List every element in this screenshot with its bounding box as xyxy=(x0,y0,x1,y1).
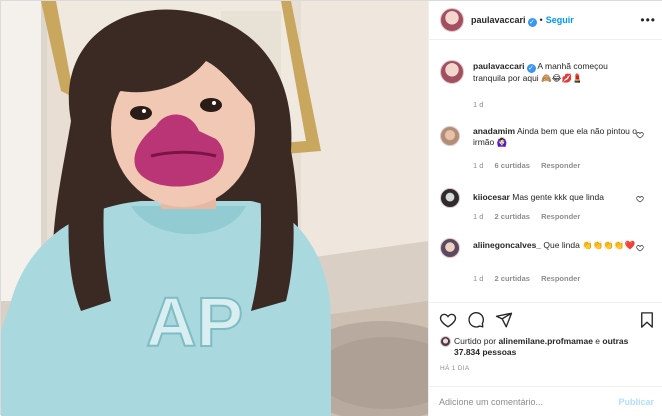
comment-likes[interactable]: 2 curtidas xyxy=(495,274,530,283)
comment-item: kiiocesar Mas gente kkk que linda 1 d 2 … xyxy=(440,188,658,228)
comments-list: paulavaccari ✓ A manhã começou tranquila … xyxy=(429,41,662,299)
comment-likes[interactable]: 6 curtidas xyxy=(495,161,530,170)
avatar[interactable] xyxy=(440,336,451,347)
likes-prefix: Curtido por xyxy=(454,336,497,346)
likes-text: Curtido por alinemilane.profmamae e outr… xyxy=(454,336,654,358)
caption-username[interactable]: paulavaccari xyxy=(473,61,525,71)
caption-text-block: paulavaccari ✓ A manhã começou tranquila … xyxy=(473,61,638,84)
comment-likes[interactable]: 2 curtidas xyxy=(495,212,530,221)
verified-badge-icon: ✓ xyxy=(526,64,536,73)
comment-username[interactable]: aliinegoncalves_ xyxy=(473,240,541,250)
caption: paulavaccari ✓ A manhã começou tranquila … xyxy=(440,60,658,120)
post-side-panel: paulavaccari ✓ • Seguir ••• paulavaccari ✓ A… xyxy=(428,1,662,416)
avatar[interactable] xyxy=(440,238,460,258)
instagram-post: AP paulavaccari ✓ • Seguir ••• paulavacc… xyxy=(0,0,662,416)
comment-text: Que linda 👏👏👏👏❤️ xyxy=(543,240,636,250)
avatar[interactable] xyxy=(440,126,460,146)
comment-time[interactable]: 1 d xyxy=(473,212,483,221)
liked-by-username[interactable]: alinemilane.profmamae xyxy=(498,336,592,346)
comment-username[interactable]: kiiocesar xyxy=(473,192,510,202)
comment-item: aliinegoncalves_ Que linda 👏👏👏👏❤️ 1 d 2 … xyxy=(440,238,658,288)
comment-text-block: anadamim Ainda bem que ela não pintou o … xyxy=(473,126,638,148)
comment-username[interactable]: anadamim xyxy=(473,126,515,136)
comment-meta: 1 d 6 curtidas Responder xyxy=(473,161,589,170)
heart-icon[interactable] xyxy=(636,195,644,203)
comment-input[interactable] xyxy=(439,395,609,409)
heart-icon[interactable] xyxy=(439,311,457,329)
avatar[interactable] xyxy=(440,188,460,208)
avatar[interactable] xyxy=(440,8,464,32)
publish-button[interactable]: Publicar xyxy=(618,397,654,407)
comment-text-block: kiiocesar Mas gente kkk que linda xyxy=(473,192,638,203)
header-username[interactable]: paulavaccari xyxy=(471,15,526,25)
avatar[interactable] xyxy=(440,60,464,84)
bookmark-icon[interactable] xyxy=(638,311,656,329)
heart-icon[interactable] xyxy=(636,244,644,252)
post-header: paulavaccari ✓ • Seguir ••• xyxy=(429,1,662,40)
header-user-line: paulavaccari ✓ • Seguir xyxy=(471,15,574,27)
likes-connector: e xyxy=(595,336,601,346)
comment-icon[interactable] xyxy=(467,311,485,329)
comment-time[interactable]: 1 d xyxy=(473,161,483,170)
reply-button[interactable]: Responder xyxy=(541,212,580,221)
post-timestamp[interactable]: HÁ 1 DIA xyxy=(440,365,470,372)
share-icon[interactable] xyxy=(495,311,513,329)
caption-meta: 1 d xyxy=(473,100,492,109)
comment-meta: 1 d 2 curtidas Responder xyxy=(473,274,589,283)
comment-time[interactable]: 1 d xyxy=(473,274,483,283)
reply-button[interactable]: Responder xyxy=(541,274,580,283)
comment-text: Mas gente kkk que linda xyxy=(512,192,604,202)
svg-text:AP: AP xyxy=(146,283,243,361)
more-options-icon[interactable]: ••• xyxy=(640,13,656,27)
add-comment-bar: Publicar xyxy=(429,386,662,416)
comment-meta: 1 d 2 curtidas Responder xyxy=(473,212,589,221)
photo-illustration: AP xyxy=(1,1,428,416)
comment-item: anadamim Ainda bem que ela não pintou o … xyxy=(440,125,658,173)
verified-badge-icon: ✓ xyxy=(527,18,537,27)
comment-text-block: aliinegoncalves_ Que linda 👏👏👏👏❤️ xyxy=(473,240,638,251)
post-photo[interactable]: AP xyxy=(1,1,428,416)
caption-time[interactable]: 1 d xyxy=(473,100,483,109)
follow-button[interactable]: Seguir xyxy=(546,15,574,25)
reply-button[interactable]: Responder xyxy=(541,161,580,170)
heart-icon[interactable] xyxy=(636,131,644,139)
separator: • xyxy=(539,15,543,25)
